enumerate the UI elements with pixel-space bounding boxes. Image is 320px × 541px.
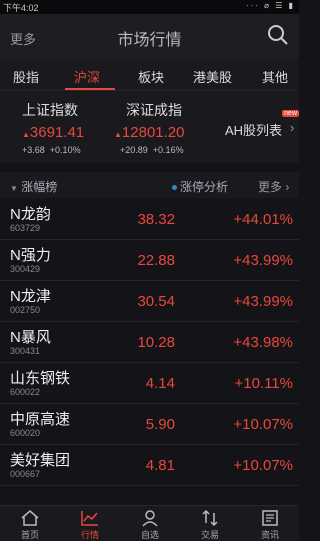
gainers-label: 涨幅榜 xyxy=(21,180,58,194)
stock-change-pct: +10.07% xyxy=(233,416,293,433)
limit-up-label: 涨停分析 xyxy=(180,180,229,194)
news-icon xyxy=(262,510,278,526)
page-title: 市场行情 xyxy=(117,32,182,49)
app-header: 更多 市场行情 xyxy=(0,14,299,60)
stock-change-pct: +43.99% xyxy=(233,293,293,310)
table-row[interactable]: N龙津 002750 30.54 +43.99% xyxy=(0,282,299,322)
chevron-right-icon: › xyxy=(290,120,295,135)
home-icon xyxy=(21,510,39,526)
nav-watchlist[interactable]: 自选 xyxy=(120,506,180,541)
nav-label: 交易 xyxy=(200,530,219,540)
tab-sectors[interactable]: 板块 xyxy=(138,67,164,86)
stock-change-pct: +10.11% xyxy=(234,375,293,392)
ah-stock-list-link[interactable]: AH股列表 xyxy=(225,120,282,139)
index-pct: +0.10% xyxy=(49,145,81,155)
stock-code: 000667 xyxy=(10,469,41,479)
nav-trade[interactable]: 交易 xyxy=(180,506,240,541)
chevron-right-icon: › xyxy=(285,180,290,194)
stock-name: 山东钢铁 xyxy=(10,370,71,387)
trade-icon xyxy=(202,509,218,527)
gainers-header: ▼ 涨幅榜 涨停分析 更多 › xyxy=(0,172,299,198)
index-summary: 上证指数 ▲3691.41 +3.68 +0.10% 深证成指 ▲12801.2… xyxy=(0,92,299,163)
nav-label: 行情 xyxy=(80,530,99,540)
table-row[interactable]: 美好集团 000667 4.81 +10.07% xyxy=(0,446,299,486)
index-name: 深证成指 xyxy=(126,102,182,118)
up-arrow-icon: ▲ xyxy=(114,130,122,139)
stock-code: 603729 xyxy=(10,223,41,233)
more-link[interactable]: 更多 › xyxy=(258,178,289,195)
stock-code: 300429 xyxy=(10,264,41,274)
tab-shanghai-shenzhen[interactable]: 沪深 xyxy=(74,67,100,86)
nav-market[interactable]: 行情 xyxy=(60,506,120,541)
nav-news[interactable]: 资讯 xyxy=(240,506,300,541)
triangle-down-icon: ▼ xyxy=(10,184,18,193)
tab-index[interactable]: 股指 xyxy=(13,67,39,86)
stock-price: 22.88 xyxy=(137,252,175,269)
index-pct: +0.16% xyxy=(152,145,184,155)
gainers-tab[interactable]: ▼ 涨幅榜 xyxy=(10,178,57,195)
index-name: 上证指数 xyxy=(22,102,78,118)
stock-code: 300431 xyxy=(10,346,41,356)
stock-price: 30.54 xyxy=(137,293,175,310)
table-row[interactable]: N强力 300429 22.88 +43.99% xyxy=(0,241,299,281)
limit-up-analysis-link[interactable]: 涨停分析 xyxy=(172,178,228,195)
new-badge: new xyxy=(282,110,299,117)
stock-code: 600022 xyxy=(10,387,41,397)
index-shanghai[interactable]: 上证指数 ▲3691.41 +3.68 +0.10% xyxy=(22,100,84,155)
stock-change-pct: +44.01% xyxy=(233,211,293,228)
tab-hk-us[interactable]: 港美股 xyxy=(193,67,232,86)
stock-name: 美好集团 xyxy=(10,452,71,469)
nav-label: 自选 xyxy=(140,530,159,540)
search-icon[interactable] xyxy=(267,24,289,46)
stock-name: 中原高速 xyxy=(10,411,71,428)
stock-name: N强力 xyxy=(10,247,51,264)
user-icon xyxy=(142,510,158,527)
stock-price: 38.32 xyxy=(137,211,175,228)
index-shenzhen[interactable]: 深证成指 ▲12801.20 +20.89 +0.16% xyxy=(114,100,185,155)
index-value: 3691.41 xyxy=(29,124,85,141)
stock-price: 10.28 xyxy=(137,334,175,351)
index-change: +20.89 xyxy=(120,145,148,155)
chart-icon xyxy=(81,511,98,526)
table-row[interactable]: N暴风 300431 10.28 +43.98% xyxy=(0,323,299,363)
table-row[interactable]: 山东钢铁 600022 4.14 +10.11% xyxy=(0,364,299,404)
more-label: 更多 xyxy=(258,180,283,194)
stock-change-pct: +43.99% xyxy=(233,252,293,269)
stock-code: 002750 xyxy=(10,305,41,315)
index-value: 12801.20 xyxy=(121,124,185,141)
up-arrow-icon: ▲ xyxy=(22,130,30,139)
stock-price: 4.14 xyxy=(145,375,175,392)
nav-label: 资讯 xyxy=(260,530,279,540)
stock-code: 600020 xyxy=(10,428,41,438)
stock-name: N暴风 xyxy=(10,329,51,346)
status-bar: 下午4:02 ··· ⌀ ☰ ▮ xyxy=(0,0,299,14)
stock-change-pct: +43.98% xyxy=(233,334,293,351)
status-time: 下午4:02 xyxy=(3,3,39,13)
status-icons: ··· ⌀ ☰ ▮ xyxy=(245,1,295,10)
tab-other[interactable]: 其他 xyxy=(262,67,288,86)
index-change: +3.68 xyxy=(22,145,45,155)
stock-price: 5.90 xyxy=(145,416,175,433)
stock-price: 4.81 xyxy=(145,457,175,474)
stock-change-pct: +10.07% xyxy=(233,457,293,474)
stock-name: N龙韵 xyxy=(10,206,51,223)
dot-icon xyxy=(172,185,177,191)
nav-home[interactable]: 首页 xyxy=(0,506,60,541)
table-row[interactable]: 中原高速 600020 5.90 +10.07% xyxy=(0,405,299,445)
stock-name: N龙津 xyxy=(10,288,51,305)
table-row[interactable]: N龙韵 603729 38.32 +44.01% xyxy=(0,200,299,240)
market-tabs: 股指 沪深 板块 港美股 其他 xyxy=(0,60,299,91)
nav-label: 首页 xyxy=(20,530,39,540)
bottom-navigation: 首页 行情 自选 交易 资讯 xyxy=(0,505,299,541)
active-tab-indicator xyxy=(65,88,115,90)
